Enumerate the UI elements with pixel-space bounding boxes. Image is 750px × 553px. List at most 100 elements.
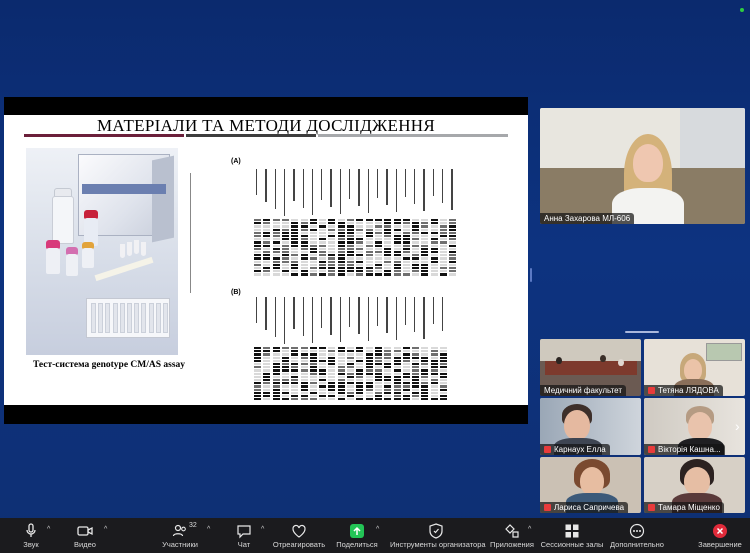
chat-button[interactable]: Чат (226, 518, 262, 553)
end-meeting-button[interactable]: Завершение (696, 518, 744, 553)
strip-band (328, 263, 336, 266)
react-button[interactable]: Отреагировать (272, 518, 326, 553)
panel-resize-handle[interactable] (530, 268, 532, 282)
strip-band (356, 395, 364, 398)
strip-band (281, 385, 289, 388)
video-tile[interactable]: Карнаух Елла (540, 398, 641, 455)
strip-band (365, 257, 373, 260)
strip-band (374, 375, 382, 378)
strip-band (421, 267, 429, 270)
strip-band (291, 372, 299, 375)
strip-band (263, 379, 271, 382)
strip-band (328, 270, 336, 273)
strip-band (337, 388, 345, 391)
video-tile[interactable]: Вікторія Кашна... (644, 398, 745, 455)
video-tile[interactable]: Лариса Сапричева (540, 457, 641, 513)
strip-band (421, 254, 429, 257)
strip-band (254, 251, 261, 254)
strip-band (319, 273, 327, 276)
strip-band (347, 379, 354, 382)
video-tile-speaker[interactable]: Анна Захарова МЛ-606 (540, 108, 745, 224)
strip-band (440, 225, 447, 228)
strip-band (328, 267, 336, 270)
strip-band (272, 238, 280, 241)
audio-options-caret[interactable]: ^ (47, 526, 50, 533)
strip-band (300, 260, 308, 263)
kit-caption: Тест-система genotype CM/AS assay (32, 360, 186, 370)
strip-band (412, 375, 420, 378)
video-options-caret[interactable]: ^ (104, 526, 107, 533)
strip-band (263, 247, 271, 250)
host-tools-button[interactable]: Инструменты организатора (390, 518, 486, 553)
strip-band (300, 382, 308, 385)
strip-band (337, 222, 345, 225)
apps-button[interactable]: Приложения (490, 518, 534, 553)
video-tile[interactable]: Тамара Міщенко (644, 457, 745, 513)
strip-band (440, 369, 447, 372)
strip-band (319, 382, 327, 385)
strip-band (412, 254, 420, 257)
strip-band (402, 385, 410, 388)
strip-band (272, 359, 280, 362)
strip-band (281, 388, 289, 391)
video-tile[interactable]: Медичний факультет (540, 339, 641, 396)
strip-band (384, 398, 392, 401)
strip-band (384, 375, 392, 378)
strip-band (412, 228, 420, 231)
strip-band (365, 359, 373, 362)
strip-band (291, 267, 299, 270)
strip-band (402, 219, 410, 222)
strip-band (319, 263, 327, 266)
audio-button[interactable]: Звук (12, 518, 50, 553)
strip-band (430, 247, 438, 250)
strip-band (347, 273, 354, 276)
strip-band (309, 270, 317, 273)
strip-band (374, 263, 382, 266)
strip-band (430, 238, 438, 241)
strip-band (374, 244, 382, 247)
gallery-grip[interactable] (625, 331, 659, 333)
more-button[interactable]: Дополнительно (608, 518, 666, 553)
strip-band (291, 388, 299, 391)
strip-band (430, 241, 438, 244)
strip-band (412, 369, 420, 372)
strip-band (309, 231, 317, 234)
strip-band (412, 398, 420, 401)
share-button[interactable]: Поделиться (334, 518, 380, 553)
strip-header-mark (386, 169, 388, 205)
video-tile[interactable]: Тетяна ЛЯДОВА (644, 339, 745, 396)
strip-band (309, 222, 317, 225)
strip-band (412, 350, 420, 353)
breakout-rooms-button[interactable]: Сессионные залы (540, 518, 604, 553)
strip-band (384, 235, 392, 238)
strip-band (309, 254, 317, 257)
strip-band (337, 260, 345, 263)
strip-band (263, 254, 271, 257)
strip-band (347, 382, 354, 385)
strip-band (263, 369, 271, 372)
video-button[interactable]: Видео (66, 518, 104, 553)
tray-well (119, 303, 125, 333)
strip-band (365, 391, 373, 394)
audio-label: Звук (23, 540, 39, 549)
share-options-caret[interactable]: ^ (376, 526, 379, 533)
test-kit-photo (26, 148, 178, 355)
strip-band (291, 369, 299, 372)
strip-band (430, 222, 438, 225)
strip-header-mark (293, 297, 295, 329)
chat-options-caret[interactable]: ^ (261, 526, 264, 533)
strip-band (440, 366, 447, 369)
tube (120, 244, 125, 258)
face (684, 359, 702, 381)
chevron-right-icon[interactable]: › (735, 418, 740, 434)
strip-band (309, 366, 317, 369)
strip-band (319, 372, 327, 375)
strip-band (449, 257, 457, 260)
strip-band (263, 231, 271, 234)
apps-options-caret[interactable]: ^ (528, 526, 531, 533)
bottle (52, 196, 74, 244)
participants-options-caret[interactable]: ^ (207, 526, 210, 533)
strip-band (365, 350, 373, 353)
strip-band (254, 267, 261, 270)
strip-band (328, 260, 336, 263)
